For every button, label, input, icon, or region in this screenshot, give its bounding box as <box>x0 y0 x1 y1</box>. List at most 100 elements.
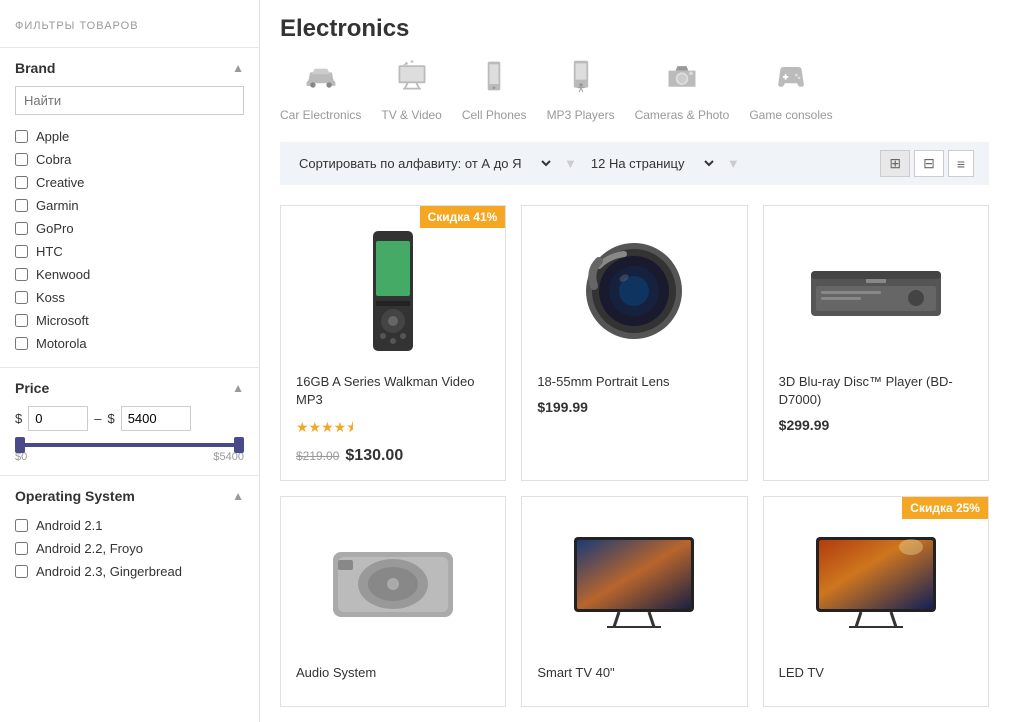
brand-name: HTC <box>36 244 63 259</box>
brand-name: GoPro <box>36 221 74 236</box>
list-item: Apple <box>15 125 244 148</box>
category-camera[interactable]: Cameras & Photo <box>635 58 730 122</box>
os-name: Android 2.2, Froyo <box>36 541 143 556</box>
categories: Car Electronics TV & Video Cell Phones MP3 … <box>280 58 989 122</box>
price-inputs: $ – $ <box>15 406 244 431</box>
category-game[interactable]: Game consoles <box>749 58 832 122</box>
list-item: HTC <box>15 240 244 263</box>
category-label: Cell Phones <box>462 108 527 122</box>
os-name: Android 2.1 <box>36 518 103 533</box>
price-filter-header[interactable]: Price ▲ <box>15 380 244 396</box>
car-icon <box>303 58 339 102</box>
view-buttons: ⊞ ⊟ ≡ <box>880 150 974 177</box>
main-content: Electronics Car Electronics TV & Video Cel… <box>260 0 1009 722</box>
price-max-input[interactable] <box>121 406 191 431</box>
os-list: Android 2.1 Android 2.2, Froyo Android 2.3… <box>15 514 244 583</box>
sort-select[interactable]: Сортировать по алфавиту: от А до Я <box>295 155 554 172</box>
category-label: MP3 Players <box>547 108 615 122</box>
brand-checkbox[interactable] <box>15 245 28 258</box>
page-title: Electronics <box>280 15 989 43</box>
price-min-input[interactable] <box>28 406 88 431</box>
game-icon <box>773 58 809 102</box>
brand-name: Motorola <box>36 336 87 351</box>
category-tv[interactable]: TV & Video <box>381 58 441 122</box>
os-label: Operating System <box>15 488 135 504</box>
brand-name: Creative <box>36 175 84 190</box>
phone-icon <box>476 58 512 102</box>
price-handle-left[interactable] <box>15 437 25 453</box>
grid-view-button[interactable]: ⊞ <box>880 150 910 177</box>
brand-checkbox[interactable] <box>15 130 28 143</box>
brand-checkbox[interactable] <box>15 314 28 327</box>
list-item: Koss <box>15 286 244 309</box>
product-image <box>296 221 490 361</box>
product-name: 18-55mm Portrait Lens <box>537 373 731 391</box>
product-price: $219.00$130.00 <box>296 447 490 465</box>
category-label: Game consoles <box>749 108 832 122</box>
brand-checkbox[interactable] <box>15 222 28 235</box>
product-image <box>779 221 973 361</box>
price-range-fill <box>15 443 244 447</box>
per-page-select[interactable]: 12 На страницу <box>587 155 717 172</box>
product-image <box>779 512 973 652</box>
product-card[interactable]: Скидка 41% 16GB A Series Walkman Video M… <box>280 205 506 481</box>
product-name: Smart TV 40" <box>537 664 731 682</box>
brand-checkbox[interactable] <box>15 199 28 212</box>
category-mp3[interactable]: MP3 Players <box>547 58 615 122</box>
category-label: Car Electronics <box>280 108 361 122</box>
sidebar-title: ФИЛЬТРЫ ТОВАРОВ <box>0 10 259 47</box>
category-phone[interactable]: Cell Phones <box>462 58 527 122</box>
tv-icon <box>394 58 430 102</box>
brand-checkbox[interactable] <box>15 337 28 350</box>
grid2-view-button[interactable]: ⊟ <box>914 150 944 177</box>
brand-checkbox[interactable] <box>15 153 28 166</box>
os-checkbox[interactable] <box>15 519 28 532</box>
chevron-up-icon-os: ▲ <box>232 489 244 503</box>
brand-name: Kenwood <box>36 267 90 282</box>
product-image <box>296 512 490 652</box>
brand-list: Apple Cobra Creative Garmin GoPro HTC Kenwood K… <box>15 125 244 355</box>
product-image <box>537 221 731 361</box>
product-badge: Скидка 41% <box>420 206 506 228</box>
list-view-button[interactable]: ≡ <box>948 150 974 177</box>
list-item: Android 2.1 <box>15 514 244 537</box>
list-item: Microsoft <box>15 309 244 332</box>
brand-checkbox[interactable] <box>15 268 28 281</box>
price-filter-section: Price ▲ $ – $ $0 $5400 <box>0 367 259 475</box>
price-labels: $0 $5400 <box>15 451 244 463</box>
list-item: Garmin <box>15 194 244 217</box>
os-checkbox[interactable] <box>15 542 28 555</box>
os-checkbox[interactable] <box>15 565 28 578</box>
brand-filter-header[interactable]: Brand ▲ <box>15 60 244 76</box>
sidebar: ФИЛЬТРЫ ТОВАРОВ Brand ▲ Apple Cobra Creati… <box>0 0 260 722</box>
brand-name: Cobra <box>36 152 71 167</box>
brand-search-input[interactable] <box>15 86 244 115</box>
list-item: Cobra <box>15 148 244 171</box>
brand-filter-section: Brand ▲ Apple Cobra Creative Garmin GoPro HTC… <box>0 47 259 367</box>
brand-checkbox[interactable] <box>15 291 28 304</box>
list-item: Kenwood <box>15 263 244 286</box>
brand-checkbox[interactable] <box>15 176 28 189</box>
os-filter-header[interactable]: Operating System ▲ <box>15 488 244 504</box>
product-name: LED TV <box>779 664 973 682</box>
product-name: 3D Blu-ray Disc™ Player (BD-D7000) <box>779 373 973 409</box>
price-handle-right[interactable] <box>234 437 244 453</box>
product-card[interactable]: 18-55mm Portrait Lens $199.99 <box>521 205 747 481</box>
product-name: Audio System <box>296 664 490 682</box>
product-price: $299.99 <box>779 417 973 433</box>
product-card[interactable]: Smart TV 40" <box>521 496 747 706</box>
product-card[interactable]: Скидка 25% LED TV <box>763 496 989 706</box>
product-rating: ★★★★⯨ <box>296 417 490 441</box>
list-item: Android 2.2, Froyo <box>15 537 244 560</box>
brand-label: Brand <box>15 60 55 76</box>
product-badge: Скидка 25% <box>902 497 988 519</box>
product-grid: Скидка 41% 16GB A Series Walkman Video M… <box>280 205 989 707</box>
list-item: Creative <box>15 171 244 194</box>
brand-name: Apple <box>36 129 69 144</box>
category-car[interactable]: Car Electronics <box>280 58 361 122</box>
camera-icon <box>664 58 700 102</box>
product-card[interactable]: 3D Blu-ray Disc™ Player (BD-D7000) $299.… <box>763 205 989 481</box>
product-new-price: $130.00 <box>345 447 403 464</box>
os-name: Android 2.3, Gingerbread <box>36 564 182 579</box>
product-card[interactable]: Audio System <box>280 496 506 706</box>
